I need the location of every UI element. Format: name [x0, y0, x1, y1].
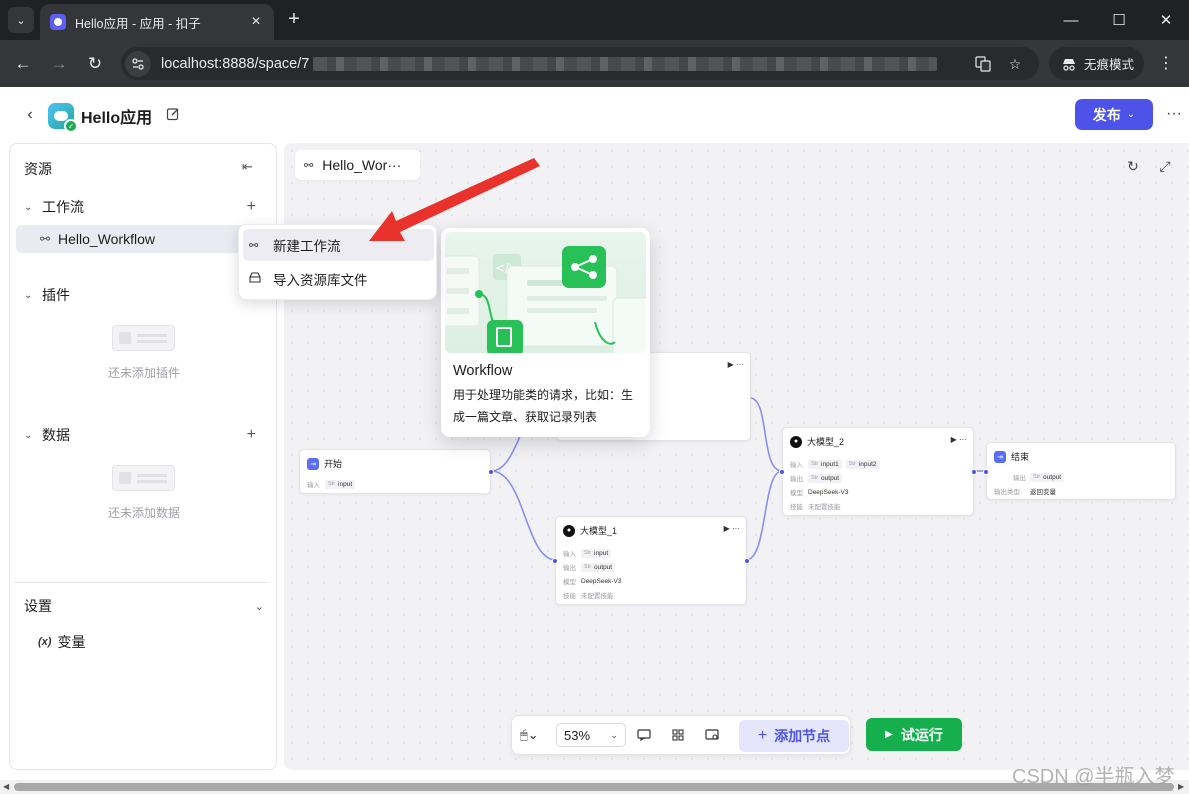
- node-title: 结束: [1011, 452, 1030, 462]
- end-node[interactable]: ⇥ 结束 输出 Str output 输出类型 返回变量: [983, 442, 1176, 500]
- add-node-label: 添加节点: [774, 728, 831, 744]
- chevron-down-icon: ⌄: [610, 729, 618, 740]
- node-title: 大模型_2: [807, 437, 845, 447]
- test-run-label: 试运行: [900, 726, 943, 743]
- start-node[interactable]: ⇥ 开始 输入 Str input: [299, 449, 494, 494]
- watermark-text: CSDN @半瓶入梦: [1012, 766, 1175, 788]
- output-type-value: 返回变量: [1030, 489, 1056, 496]
- llm-model-icon: ●: [563, 524, 575, 537]
- add-resource-menu: ⚯ 新建工作流 导入资源库文件: [238, 224, 437, 300]
- input-port[interactable]: [552, 558, 558, 564]
- node-row-label: 输入: [307, 482, 320, 489]
- workflow-preview-card: </> Workflow 用于处理功能类的请求，比如：生成一篇文章、获取记录列表: [441, 228, 650, 437]
- node-title: 开始: [324, 459, 343, 469]
- llm-node-1[interactable]: ● 大模型_1 ▶ ··· 输入 Str input 输出 Str output 模型 D…: [552, 516, 750, 605]
- node-run-more-icon[interactable]: ▶ ···: [951, 435, 967, 444]
- end-node-icon: ⇥: [994, 450, 1006, 463]
- output-port[interactable]: [488, 469, 494, 475]
- horizontal-scrollbar[interactable]: ◀ ▶: [0, 780, 1189, 794]
- scrollbar-thumb[interactable]: [14, 783, 1174, 791]
- plus-icon: +: [757, 727, 768, 744]
- param-tag: Str input: [325, 479, 356, 489]
- minimap-icon[interactable]: [704, 727, 720, 743]
- menu-item-label: 新建工作流: [273, 239, 341, 254]
- scroll-left-icon[interactable]: ◀: [3, 782, 9, 791]
- preview-title: Workflow: [453, 363, 513, 379]
- llm-model-icon: ●: [790, 435, 802, 448]
- start-node-icon: ⇥: [307, 457, 319, 470]
- output-port[interactable]: [971, 469, 977, 475]
- skill-value: 未配置技能: [581, 593, 614, 600]
- menu-item-label: 导入资源库文件: [273, 273, 368, 288]
- auto-layout-icon[interactable]: [670, 727, 686, 743]
- play-icon: ▶: [885, 729, 893, 740]
- add-node-button[interactable]: + 添加节点: [739, 720, 849, 752]
- param-tag: Str output: [808, 473, 843, 483]
- llm-node-2[interactable]: ● 大模型_2 ▶ ··· 输入 Str input1 Str input2 输出 Str…: [779, 427, 977, 516]
- workflow-icon: ⚯: [249, 239, 259, 252]
- param-tag: Str output: [581, 562, 616, 572]
- param-tag: Str input: [581, 548, 612, 558]
- preview-description: 用于处理功能类的请求，比如：生成一篇文章、获取记录列表: [453, 388, 634, 424]
- menu-item-import-resource[interactable]: 导入资源库文件: [243, 263, 434, 295]
- canvas-bottom-toolbar: 🖱⌄ 53% ⌄ + 添加节点: [511, 715, 851, 755]
- menu-item-new-workflow[interactable]: ⚯ 新建工作流: [243, 229, 434, 261]
- node-run-more-icon[interactable]: ▶ ···: [728, 360, 744, 369]
- input-port[interactable]: [983, 469, 989, 475]
- output-port[interactable]: [744, 558, 750, 564]
- import-icon: [249, 272, 267, 286]
- workflow-preview-illustration: </>: [445, 232, 646, 353]
- test-run-button[interactable]: ▶ 试运行: [866, 718, 962, 751]
- zoom-value: 53%: [564, 727, 591, 743]
- model-value: DeepSeek-V3: [581, 577, 622, 585]
- zoom-select[interactable]: 53% ⌄: [556, 723, 626, 747]
- input-port[interactable]: [779, 469, 785, 475]
- param-tag: Str input1: [808, 459, 842, 469]
- node-title: 大模型_1: [580, 526, 618, 536]
- model-value: DeepSeek-V3: [808, 488, 849, 496]
- node-run-more-icon[interactable]: ▶ ···: [724, 524, 740, 533]
- comment-icon[interactable]: [636, 727, 652, 743]
- scroll-right-icon[interactable]: ▶: [1178, 782, 1184, 791]
- skill-value: 未配置技能: [808, 504, 841, 511]
- param-tag: Str output: [1030, 472, 1065, 482]
- interaction-mode-icon[interactable]: 🖱⌄: [520, 727, 539, 743]
- param-tag: Str input2: [845, 459, 880, 469]
